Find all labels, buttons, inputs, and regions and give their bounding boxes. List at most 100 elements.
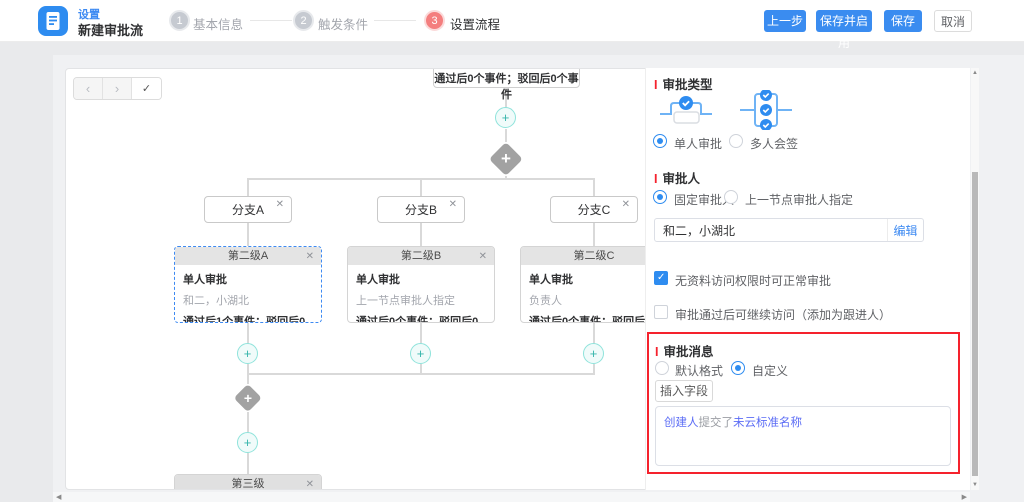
connector-line [593, 364, 595, 373]
branch-label: 分支A [232, 201, 264, 218]
multi-countersign-icon [740, 90, 792, 130]
permission-checkbox-label[interactable]: 无资料访问权限时可正常审批 [675, 272, 831, 289]
radio-single-approval[interactable] [653, 134, 667, 148]
plus-icon: + [502, 110, 510, 125]
radio-prev-node-approver-label[interactable]: 上一节点审批人指定 [745, 191, 853, 208]
plus-icon: + [489, 142, 523, 176]
card-approval-type: 单人审批 [356, 271, 486, 287]
plus-icon: + [590, 346, 598, 361]
radio-default-format[interactable] [655, 361, 669, 375]
required-mark: I [655, 345, 658, 359]
connector-line [505, 129, 507, 142]
section-title: 审批人 [662, 172, 700, 186]
approval-message-highlight-box: I审批消息 默认格式 自定义 插入字段 创建人提交了未云标准名称 [647, 332, 960, 474]
validate-button[interactable]: ✓ [132, 78, 161, 99]
start-node-events[interactable]: 通过后0个事件；驳回后0个事件 [433, 68, 580, 88]
permission-checkbox[interactable] [654, 271, 668, 285]
card-events: 通过后0个事件；驳回后0个事件 [529, 313, 659, 323]
message-section-label: I审批消息 [655, 341, 714, 360]
single-approval-icon [660, 90, 712, 130]
chevron-left-icon: ‹ [86, 81, 90, 96]
card-body: 单人审批 上一节点审批人指定 通过后0个事件；驳回后0个事件 [348, 265, 494, 323]
insert-field-button[interactable]: 插入字段 [655, 380, 713, 402]
radio-custom-format[interactable] [731, 361, 745, 375]
close-icon[interactable]: ✕ [276, 199, 284, 210]
add-node-button[interactable]: + [583, 343, 604, 364]
branch-node-b[interactable]: 分支B ✕ [377, 196, 465, 223]
approval-card-level2-b[interactable]: 第二级B ✕ 单人审批 上一节点审批人指定 通过后0个事件；驳回后0个事件 [347, 246, 495, 323]
card-header: 第三级 ✕ [175, 475, 321, 490]
card-header: 第二级B ✕ [348, 247, 494, 265]
prev-step-button[interactable]: 上一步 [764, 10, 806, 32]
radio-single-approval-label[interactable]: 单人审批 [674, 135, 722, 152]
add-branch-button[interactable]: + [489, 142, 523, 176]
connector-line [247, 223, 249, 246]
close-icon[interactable]: ✕ [479, 248, 487, 266]
approver-field[interactable]: 和二，小湖北 编辑 [654, 218, 924, 242]
step-2-indicator: 2 [293, 10, 314, 31]
follow-checkbox-label[interactable]: 审批通过后可继续访问（添加为跟进人） [675, 306, 891, 323]
connector-line [247, 180, 249, 196]
save-button[interactable]: 保存 [884, 10, 922, 32]
approval-card-level2-a[interactable]: 第二级A ✕ 单人审批 和二，小湖北 通过后1个事件；驳回后0个事件 [174, 246, 322, 323]
page-title: 新建审批流 [78, 20, 143, 39]
canvas-hscrollbar[interactable]: ◀ ▶ [53, 492, 970, 502]
message-text: 提交了 [699, 417, 734, 429]
save-and-enable-button[interactable]: 保存并启用 [816, 10, 872, 32]
card-events: 通过后0个事件；驳回后0个事件 [356, 313, 486, 323]
connector-line [420, 323, 422, 344]
approval-app-icon [38, 6, 68, 36]
connector-line [593, 180, 595, 196]
add-node-button[interactable]: + [495, 107, 516, 128]
follow-checkbox[interactable] [654, 305, 668, 319]
plus-icon: + [234, 384, 262, 412]
branch-label: 分支B [405, 201, 437, 218]
message-textarea[interactable]: 创建人提交了未云标准名称 [655, 406, 951, 466]
card-approver: 和二，小湖北 [183, 292, 313, 308]
scroll-down-icon[interactable]: ▼ [972, 482, 978, 488]
step-2-label: 触发条件 [318, 14, 368, 33]
scroll-right-icon[interactable]: ▶ [962, 493, 967, 501]
connector-line [247, 453, 249, 474]
branch-node-c[interactable]: 分支C ✕ [550, 196, 638, 223]
add-node-button[interactable]: + [410, 343, 431, 364]
connector-line [247, 375, 249, 384]
step-3-indicator: 3 [424, 10, 445, 31]
radio-custom-format-label[interactable]: 自定义 [752, 362, 788, 379]
edit-approver-button[interactable]: 编辑 [887, 219, 923, 241]
connector-line [247, 364, 249, 373]
card-title: 第二级B [401, 250, 441, 262]
close-icon[interactable]: ✕ [306, 476, 314, 490]
branch-merge-line [247, 373, 595, 375]
step-connector [250, 20, 292, 21]
document-icon [38, 6, 68, 36]
step-1-label: 基本信息 [193, 14, 243, 33]
radio-default-format-label[interactable]: 默认格式 [675, 362, 723, 379]
radio-multi-countersign[interactable] [729, 134, 743, 148]
radio-multi-countersign-label[interactable]: 多人会签 [750, 135, 798, 152]
card-title: 第二级A [228, 250, 268, 262]
close-icon[interactable]: ✕ [449, 199, 457, 210]
connector-line [420, 364, 422, 373]
branch-node-a[interactable]: 分支A ✕ [204, 196, 292, 223]
approval-card-level3[interactable]: 第三级 ✕ [174, 474, 322, 490]
card-title: 第三级 [232, 478, 265, 490]
connector-line [420, 180, 422, 196]
plus-icon: + [244, 346, 252, 361]
scroll-up-icon[interactable]: ▲ [972, 70, 978, 76]
panel-scrollbar[interactable]: ▲ ▼ [971, 68, 979, 490]
close-icon[interactable]: ✕ [622, 199, 630, 210]
add-node-button[interactable]: + [237, 343, 258, 364]
scrollbar-thumb[interactable] [972, 172, 978, 476]
radio-prev-node-approver[interactable] [724, 190, 738, 204]
redo-button[interactable]: › [103, 78, 132, 99]
close-icon[interactable]: ✕ [306, 248, 314, 266]
radio-fixed-approver[interactable] [653, 190, 667, 204]
scroll-left-icon[interactable]: ◀ [56, 493, 61, 501]
plus-icon: + [417, 346, 425, 361]
card-approval-type: 单人审批 [529, 271, 659, 287]
undo-button[interactable]: ‹ [74, 78, 103, 99]
add-node-button[interactable]: + [237, 432, 258, 453]
cancel-button[interactable]: 取消 [934, 10, 972, 32]
add-branch-button[interactable]: + [234, 384, 262, 412]
